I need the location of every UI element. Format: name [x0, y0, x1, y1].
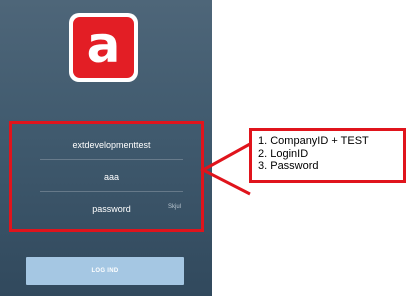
company-id-field[interactable]: extdevelopmenttest — [40, 130, 183, 160]
login-id-field[interactable]: aaa — [40, 162, 183, 192]
logo-letter-icon: a — [73, 17, 134, 78]
login-screen: a extdevelopmenttest aaa password Skjul … — [0, 0, 212, 296]
login-id-value: aaa — [103, 171, 120, 182]
annotation-line-3: 3. Password — [258, 160, 319, 172]
annotation-line-1: 1. CompanyID + TEST — [258, 135, 369, 147]
password-field[interactable]: password — [40, 194, 183, 224]
logo-letter: a — [86, 15, 121, 74]
annotation-line-2: 2. LoginID — [258, 147, 309, 160]
password-visibility-toggle[interactable]: Skjul — [168, 204, 181, 210]
password-value: password — [92, 204, 131, 214]
annotation-callout: 1. CompanyID + TEST 2. LoginID 3. Passwo… — [249, 128, 406, 183]
app-logo: a — [69, 13, 138, 82]
company-id-value: extdevelopmenttest — [72, 139, 151, 150]
login-button[interactable]: LOG IND — [26, 257, 184, 285]
